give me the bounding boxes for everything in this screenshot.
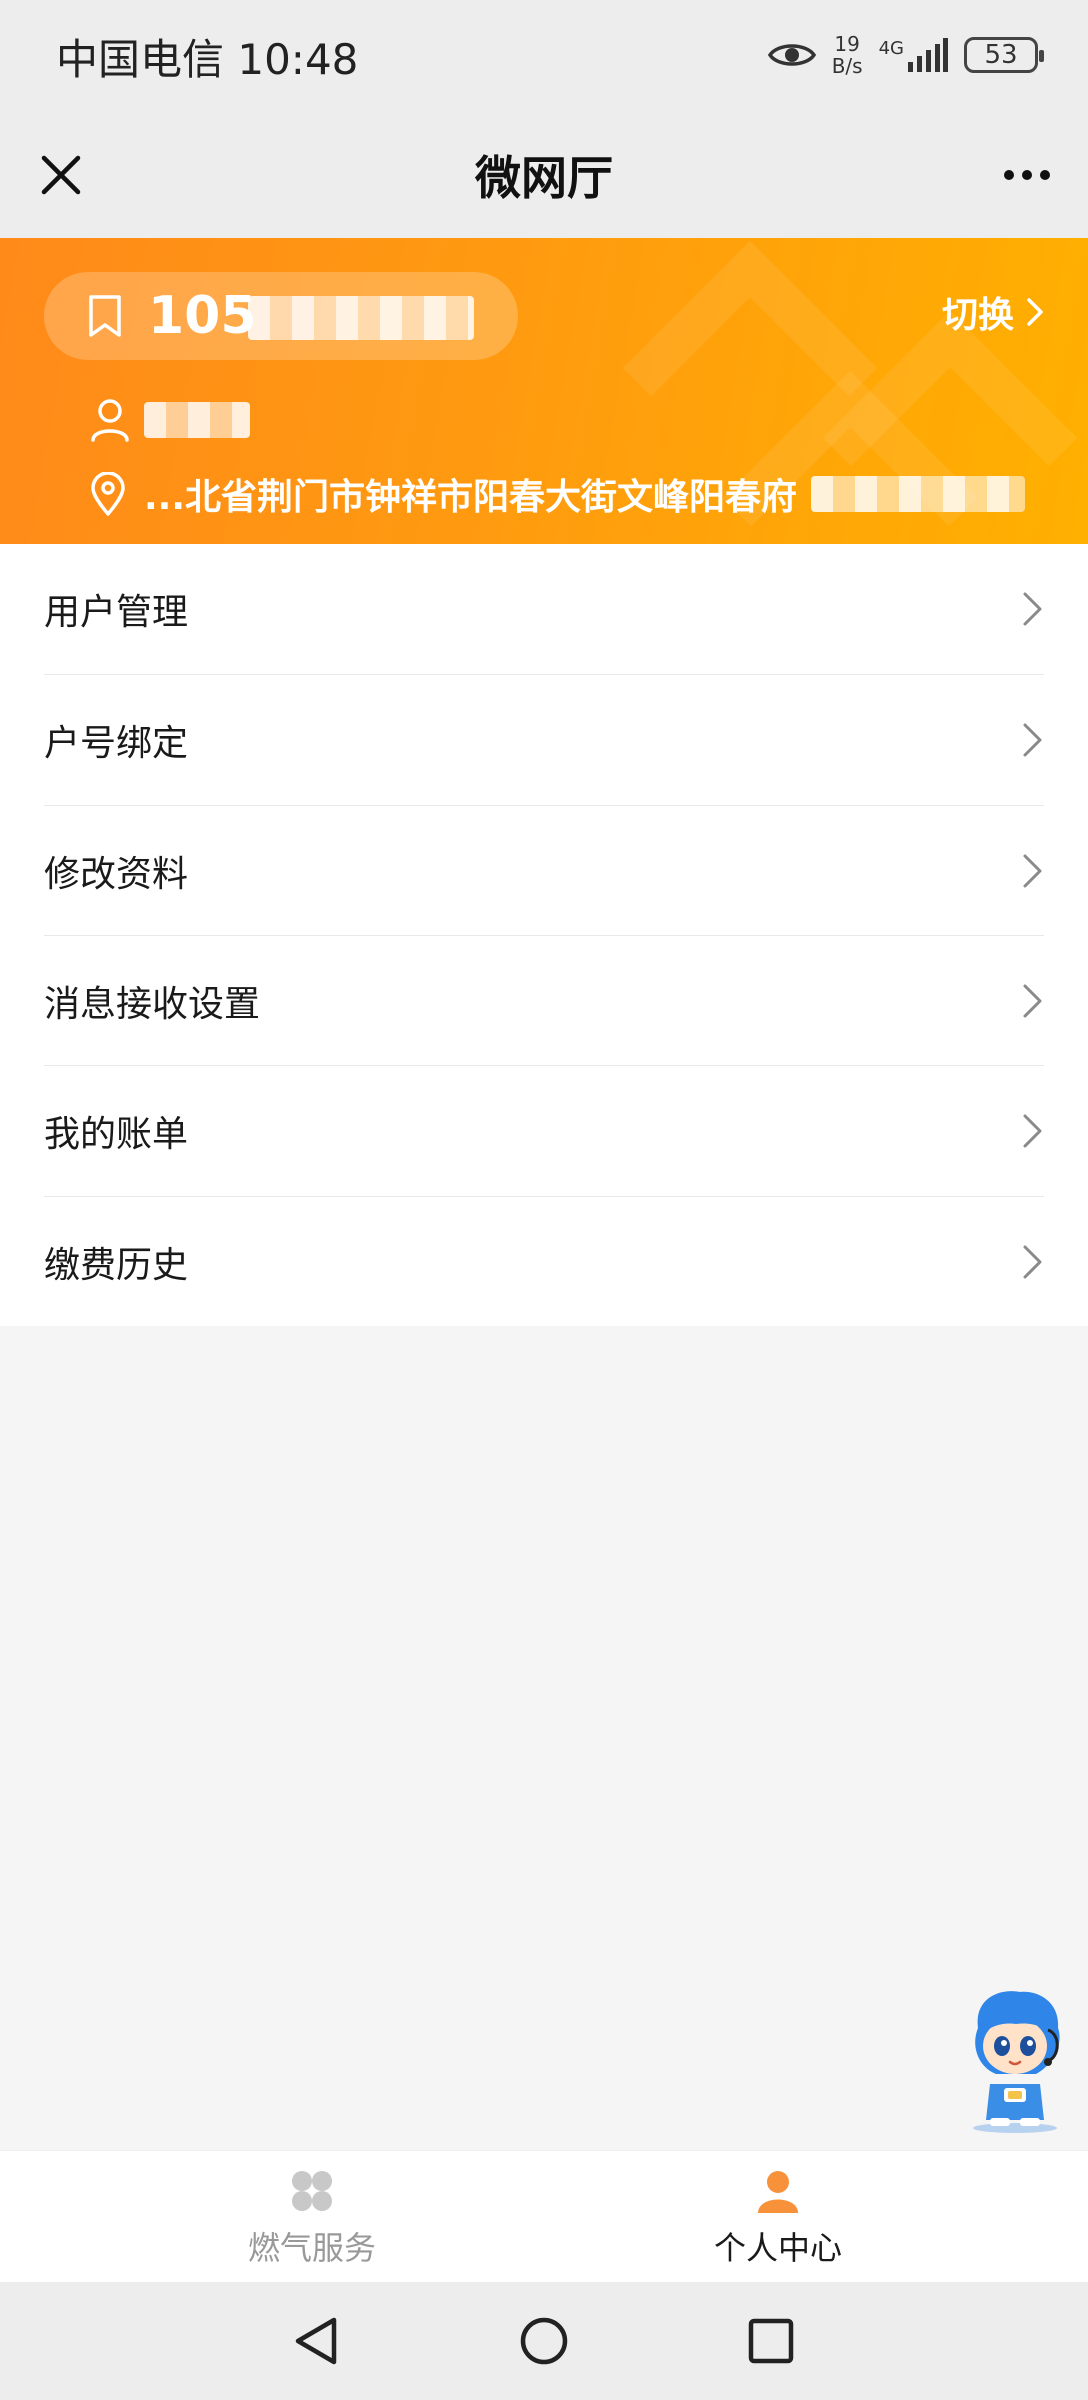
network-type: 4G: [878, 38, 904, 59]
account-header: 105 切换 ...北省荆门市钟祥市阳春大街文峰阳春府: [0, 238, 1088, 544]
menu-item-payment-history[interactable]: 缴费历史: [44, 1197, 1044, 1327]
bookmark-icon: [89, 295, 121, 337]
switch-account-button[interactable]: 切换: [942, 286, 1044, 338]
menu-item-label: 修改资料: [44, 854, 189, 895]
menu-item-edit-profile[interactable]: 修改资料: [44, 806, 1044, 936]
system-nav-bar: [0, 2282, 1088, 2400]
address-row: ...北省荆门市钟祥市阳春大街文峰阳春府: [90, 464, 1026, 524]
menu-item-account-binding[interactable]: 户号绑定: [44, 675, 1044, 805]
account-number: 105: [148, 286, 257, 346]
more-button[interactable]: [996, 144, 1058, 206]
menu-item-label: 消息接收设置: [44, 984, 261, 1025]
user-icon: [91, 399, 129, 442]
menu-item-label: 用户管理: [44, 592, 189, 633]
eye-icon: [767, 44, 816, 66]
speed-value: 19: [834, 32, 860, 56]
signal-icon: [908, 38, 948, 72]
account-number-pill: 105: [44, 272, 518, 360]
tab-label: 个人中心: [713, 2229, 842, 2267]
menu-item-user-management[interactable]: 用户管理: [44, 544, 1044, 674]
chevron-right-icon: [1023, 1114, 1042, 1148]
tab-bar: 燃气服务 个人中心: [0, 2150, 1088, 2282]
back-triangle-icon[interactable]: [290, 2314, 344, 2368]
chevron-right-icon: [1023, 723, 1042, 757]
redacted-mosaic: [248, 296, 474, 340]
battery-indicator: 53: [964, 37, 1044, 73]
chevron-right-icon: [1027, 298, 1043, 326]
recents-square-icon[interactable]: [744, 2314, 798, 2368]
redacted-mosaic: [144, 402, 250, 438]
more-dot-icon: [1004, 170, 1014, 180]
page-title: 微网厅: [475, 151, 613, 205]
redacted-mosaic: [811, 476, 1026, 512]
speed-unit: B/s: [831, 54, 863, 78]
menu-item-label: 我的账单: [44, 1114, 189, 1155]
person-icon: [758, 2171, 798, 2213]
tab-label: 燃气服务: [247, 2229, 376, 2267]
carrier-time: 中国电信 10:48: [56, 35, 359, 84]
menu-item-my-bills[interactable]: 我的账单: [44, 1066, 1044, 1196]
menu-list: 用户管理 户号绑定 修改资料 消息接收设置 我的账单 缴费历史: [0, 544, 1088, 1326]
address-text: ...北省荆门市钟祥市阳春大街文峰阳春府: [144, 477, 798, 518]
menu-item-label: 缴费历史: [44, 1245, 189, 1286]
more-dot-icon: [1022, 170, 1032, 180]
nav-bar: 微网厅: [0, 112, 1088, 238]
chevron-right-icon: [1023, 1245, 1042, 1279]
more-dot-icon: [1040, 170, 1050, 180]
menu-item-label: 户号绑定: [44, 723, 189, 764]
status-bar: 中国电信 10:48 19 B/s 4G 53: [0, 0, 1088, 112]
tab-personal-center[interactable]: 个人中心: [678, 2169, 878, 2269]
chevron-right-icon: [1023, 984, 1042, 1018]
network-speed: 19 B/s: [832, 33, 863, 77]
chevron-right-icon: [1023, 854, 1042, 888]
home-circle-icon[interactable]: [517, 2314, 571, 2368]
chevron-right-icon: [1023, 592, 1042, 626]
battery-level: 53: [984, 40, 1018, 70]
status-icons: 19 B/s 4G 53: [767, 30, 1044, 80]
tab-gas-service[interactable]: 燃气服务: [212, 2169, 412, 2269]
user-name-row: [90, 390, 250, 450]
menu-item-message-settings[interactable]: 消息接收设置: [44, 936, 1044, 1066]
customer-service-mascot[interactable]: [960, 1988, 1070, 2134]
switch-label: 切换: [941, 295, 1014, 336]
location-pin-icon: [91, 472, 125, 516]
gas-service-icon: [292, 2171, 332, 2211]
